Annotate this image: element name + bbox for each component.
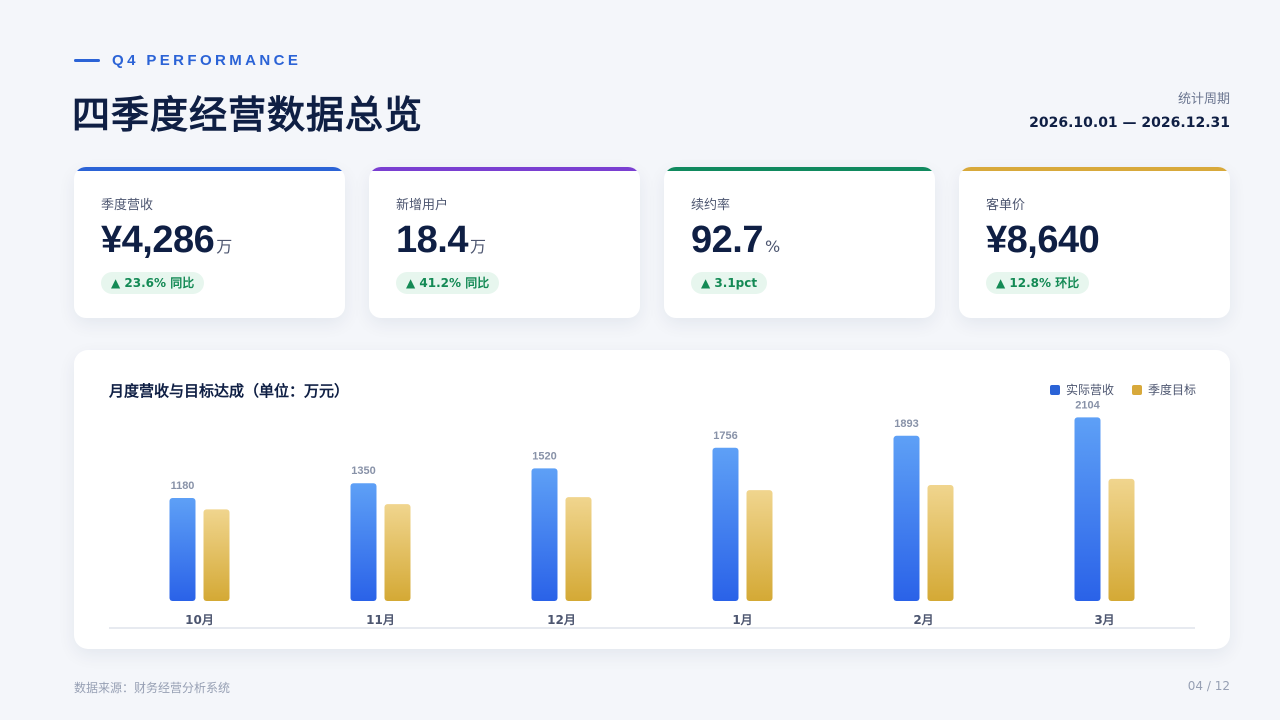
bar-actual: [893, 435, 920, 601]
legend-label: 实际营收: [1065, 383, 1114, 397]
bar-actual: [712, 447, 739, 601]
slide: Q4 PERFORMANCE 四季度经营数据总览 统计周期 2026.10.01…: [0, 0, 1280, 720]
kpi-value-group: 18.4 万: [396, 219, 486, 262]
page-title: 四季度经营数据总览: [72, 93, 424, 137]
legend-item-target: 季度目标: [1131, 381, 1196, 398]
legend-label: 季度目标: [1147, 383, 1196, 397]
kpi-accent-bar: [369, 167, 640, 171]
kpi-label: 客单价: [986, 198, 1026, 213]
kpi-change-badge: ▲ 3.1pct: [691, 272, 768, 294]
kpi-value-group: ¥4,286 万: [101, 219, 232, 262]
bar-target: [1108, 478, 1135, 601]
bar-data-label: 1893: [894, 418, 918, 430]
period-block: 统计周期 2026.10.01 — 2026.12.31: [1029, 88, 1230, 131]
chart-title: 月度营收与目标达成（单位：万元）: [109, 382, 350, 400]
bar-target: [384, 504, 411, 601]
legend-swatch-actual: [1049, 384, 1060, 395]
kpi-value: ¥8,640: [986, 219, 1100, 261]
kpi-change-badge: ▲ 23.6% 同比: [101, 272, 205, 294]
kpi-card-new-users: 新增用户 18.4 万 ▲ 41.2% 同比: [369, 167, 640, 318]
eyebrow-line: [74, 59, 100, 62]
kpi-unit: %: [764, 237, 781, 256]
kpi-card-avg-order-value: 客单价 ¥8,640 ▲ 12.8% 环比: [959, 167, 1230, 318]
kpi-accent-bar: [959, 167, 1230, 171]
kpi-row: 季度营收 ¥4,286 万 ▲ 23.6% 同比 新增用户 18.4 万 ▲ 4…: [74, 167, 1230, 318]
kpi-label: 季度营收: [101, 198, 154, 213]
bar-data-label: 1350: [351, 465, 375, 477]
kpi-value: 92.7: [691, 219, 763, 261]
kpi-value-group: 92.7 %: [691, 219, 780, 262]
kpi-accent-bar: [74, 167, 345, 171]
kpi-change-badge: ▲ 41.2% 同比: [396, 272, 500, 294]
bar-actual: [1074, 417, 1101, 601]
x-tick-label: 1月: [732, 613, 752, 627]
kpi-accent-bar: [664, 167, 935, 171]
bar-data-label: 1520: [532, 450, 556, 462]
page-number: 04 / 12: [1187, 679, 1230, 693]
bar-actual: [350, 483, 377, 601]
kpi-card-renewal-rate: 续约率 92.7 % ▲ 3.1pct: [664, 167, 935, 318]
x-tick-label: 2月: [913, 613, 933, 627]
kpi-label: 续约率: [691, 198, 731, 213]
legend-item-actual: 实际营收: [1049, 381, 1114, 398]
x-tick-label: 11月: [366, 613, 395, 627]
x-tick-label: 10月: [185, 613, 214, 627]
bar-target: [927, 484, 954, 601]
bar-target: [203, 509, 230, 601]
bar-target: [565, 497, 592, 601]
bar-actual: [531, 468, 558, 601]
chart-card: 1180 10月 1350 11月 1520 12月 1756 1月 1893 2月 2104 3月 …: [74, 350, 1230, 649]
kpi-value: 18.4: [396, 219, 468, 261]
kpi-value: ¥4,286: [101, 219, 215, 261]
bar-data-label: 2104: [1075, 399, 1100, 411]
chart-legend: 实际营收 季度目标: [1049, 381, 1196, 398]
kpi-label: 新增用户: [396, 198, 449, 213]
period-value: 2026.10.01 — 2026.12.31: [1029, 115, 1230, 131]
kpi-unit: 万: [469, 237, 486, 256]
kpi-change-badge: ▲ 12.8% 环比: [986, 272, 1090, 294]
footer-source: 数据来源：财务经营分析系统: [74, 681, 231, 695]
bar-data-label: 1180: [171, 480, 195, 492]
legend-swatch-target: [1131, 384, 1142, 395]
bar-target: [746, 490, 773, 601]
x-tick-label: 12月: [547, 613, 576, 627]
x-tick-label: 3月: [1094, 613, 1114, 627]
kpi-card-revenue: 季度营收 ¥4,286 万 ▲ 23.6% 同比: [74, 167, 345, 318]
eyebrow: Q4 PERFORMANCE: [74, 52, 301, 69]
kpi-value-group: ¥8,640: [986, 219, 1101, 262]
period-label: 统计周期: [1177, 92, 1230, 107]
bar-actual: [169, 498, 196, 601]
bar-data-label: 1756: [713, 430, 737, 442]
eyebrow-text: Q4 PERFORMANCE: [112, 52, 302, 69]
kpi-unit: 万: [216, 237, 233, 256]
